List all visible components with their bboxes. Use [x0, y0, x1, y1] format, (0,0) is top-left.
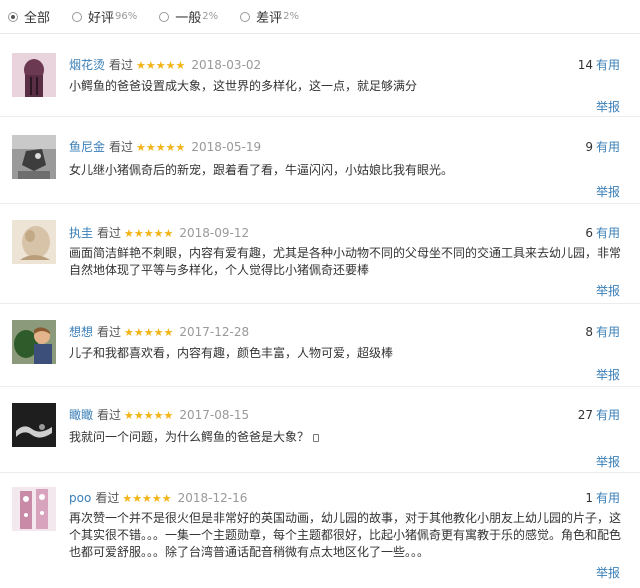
avatar[interactable] [12, 403, 56, 447]
useful-label: 有用 [595, 491, 620, 505]
useful-number: 8 [585, 325, 593, 339]
useful-number: 1 [585, 491, 593, 505]
review-meta: 执圭 看过 ★★★★★ 2018-09-12 [69, 224, 249, 241]
filter-percent: 96% [115, 11, 138, 22]
useful-number: 9 [585, 140, 593, 154]
radio-selected-icon[interactable] [8, 11, 18, 22]
useful-number: 27 [577, 408, 593, 422]
filter-neutral[interactable]: 一般 2% [159, 7, 218, 26]
useful-label: 有用 [595, 325, 620, 339]
avatar[interactable] [12, 220, 56, 264]
five-star-rating-icon: ★★★★★ [124, 227, 174, 240]
avatar[interactable] [12, 135, 56, 179]
useful-count[interactable]: 27 有用 [578, 406, 620, 423]
filter-negative[interactable]: 差评 2% [240, 7, 299, 26]
review-item: 烟花烫 看过 ★★★★★ 2018-03-02 14 有用 小鳄鱼的爸爸设置成大象… [0, 35, 640, 117]
review-item: 瞰瞰 看过 ★★★★★ 2017-08-15 27 有用 我就问一个问题，为什么鳄… [0, 387, 640, 473]
five-star-rating-icon: ★★★★★ [124, 326, 174, 339]
review-item: 鱼尼金 看过 ★★★★★ 2018-05-19 9 有用 女儿继小猪佩奇后的新宠，… [0, 117, 640, 204]
useful-label: 有用 [595, 58, 620, 72]
useful-count[interactable]: 6 有用 [585, 224, 620, 241]
avatar[interactable] [12, 320, 56, 364]
avatar[interactable] [12, 487, 56, 531]
radio-icon[interactable] [159, 11, 170, 22]
review-text: 女儿继小猪佩奇后的新宠，跟着看了看，牛逼闪闪，小姑娘比我有眼光。 [69, 163, 454, 177]
review-text: 再次赞一个并不是很火但是非常好的英国动画，幼儿园的故事，对于其他教化小朋友上幼儿… [69, 511, 622, 559]
review-text: 我就问一个问题，为什么鳄鱼的爸爸是大象？ [69, 429, 624, 446]
useful-label: 有用 [595, 408, 620, 422]
five-star-rating-icon: ★★★★★ [124, 409, 174, 422]
report-link[interactable]: 举报 [596, 453, 620, 470]
username-link[interactable]: poo [69, 491, 91, 505]
rated-label: 看过 [109, 58, 134, 72]
review-item: poo 看过 ★★★★★ 2018-12-16 1 有用 再次赞一个并不是很火但是… [0, 473, 640, 588]
review-text-body: 我就问一个问题，为什么鳄鱼的爸爸是大象？ [69, 430, 310, 444]
review-text: 儿子和我都喜欢看，内容有趣，颜色丰富，人物可爱，超级棒 [69, 346, 394, 360]
rated-label: 看过 [95, 491, 120, 505]
filter-percent: 2% [202, 11, 219, 22]
report-link[interactable]: 举报 [596, 564, 620, 581]
username-link[interactable]: 鱼尼金 [69, 138, 105, 155]
useful-count[interactable]: 9 有用 [585, 138, 620, 155]
review-meta: 鱼尼金 看过 ★★★★★ 2018-05-19 [69, 138, 261, 155]
avatar[interactable] [12, 53, 56, 97]
useful-label: 有用 [595, 140, 620, 154]
radio-icon[interactable] [240, 11, 251, 22]
report-link[interactable]: 举报 [596, 183, 620, 200]
five-star-rating-icon: ★★★★★ [136, 59, 186, 72]
review-meta: 瞰瞰 看过 ★★★★★ 2017-08-15 [69, 406, 249, 423]
review-date: 2018-12-16 [177, 491, 248, 505]
username-link[interactable]: 执圭 [69, 224, 93, 241]
review-meta: poo 看过 ★★★★★ 2018-12-16 [69, 489, 247, 506]
filter-label: 全部 [24, 11, 51, 26]
username-link[interactable]: 烟花烫 [69, 56, 105, 73]
rated-label: 看过 [109, 140, 134, 154]
review-item: 执圭 看过 ★★★★★ 2018-09-12 6 有用 画面简洁鲜艳不刺眼，内容有… [0, 204, 640, 304]
useful-count[interactable]: 8 有用 [585, 323, 620, 340]
rated-label: 看过 [97, 226, 122, 240]
review-item: 想想 看过 ★★★★★ 2017-12-28 8 有用 儿子和我都喜欢看，内容有趣… [0, 304, 640, 387]
review-date: 2018-09-12 [179, 226, 250, 240]
report-link[interactable]: 举报 [596, 282, 620, 299]
useful-count[interactable]: 1 有用 [585, 489, 620, 506]
report-link[interactable]: 举报 [596, 366, 620, 383]
filter-positive[interactable]: 好评 96% [72, 7, 137, 26]
mobile-device-icon [313, 434, 320, 442]
rated-label: 看过 [97, 408, 122, 422]
five-star-rating-icon: ★★★★★ [136, 141, 186, 154]
filter-label: 差评 [256, 11, 283, 26]
review-date: 2018-05-19 [191, 140, 262, 154]
five-star-rating-icon: ★★★★★ [122, 492, 172, 505]
review-text: 画面简洁鲜艳不刺眼，内容有爱有趣，尤其是各种小动物不同的父母坐不同的交通工具来去… [69, 246, 622, 277]
useful-count[interactable]: 14 有用 [578, 56, 620, 73]
review-date: 2017-12-28 [179, 325, 250, 339]
useful-number: 14 [577, 58, 593, 72]
rated-label: 看过 [97, 325, 122, 339]
review-meta: 烟花烫 看过 ★★★★★ 2018-03-02 [69, 56, 261, 73]
review-date: 2018-03-02 [191, 58, 262, 72]
username-link[interactable]: 瞰瞰 [69, 406, 93, 423]
report-link[interactable]: 举报 [596, 98, 620, 115]
rating-filter-bar: 全部 好评 96% 一般 2% 差评 2% [0, 0, 640, 34]
filter-all[interactable]: 全部 [8, 7, 50, 26]
filter-label: 好评 [88, 11, 115, 26]
filter-label: 一般 [175, 11, 202, 26]
radio-icon[interactable] [72, 11, 83, 22]
useful-label: 有用 [595, 226, 620, 240]
review-date: 2017-08-15 [179, 408, 250, 422]
filter-percent: 2% [283, 11, 300, 22]
review-text: 小鳄鱼的爸爸设置成大象，这世界的多样化，这一点，就足够满分 [69, 79, 418, 93]
review-meta: 想想 看过 ★★★★★ 2017-12-28 [69, 323, 249, 340]
username-link[interactable]: 想想 [69, 323, 93, 340]
useful-number: 6 [585, 226, 593, 240]
